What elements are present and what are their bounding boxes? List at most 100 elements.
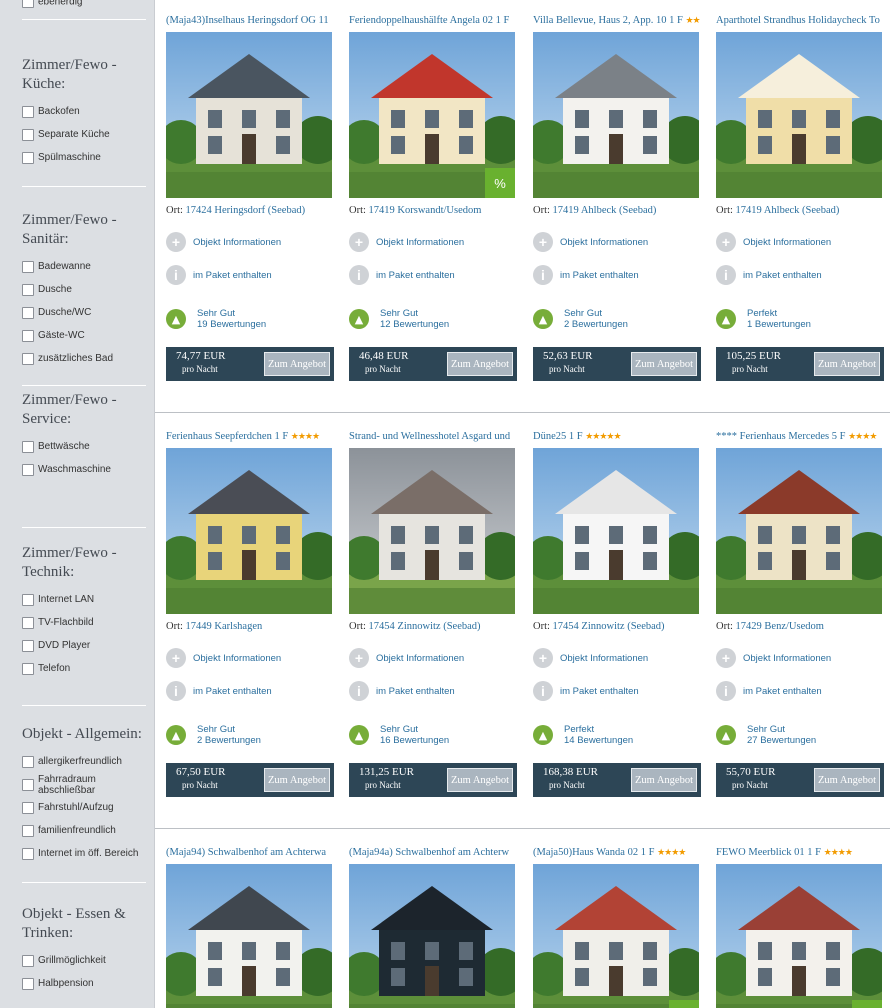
listing-title[interactable]: Ferienhaus Seepferdchen 1 F ★★★★ — [166, 428, 344, 444]
zum-angebot-button[interactable]: Zum Angebot — [814, 768, 880, 792]
listing-photo[interactable] — [349, 448, 515, 614]
filter-option-badewanne[interactable]: Badewanne — [0, 255, 154, 278]
listing-photo[interactable] — [166, 32, 332, 198]
filter-option-spuelmaschine[interactable]: Spülmaschine — [0, 146, 154, 169]
zum-angebot-button[interactable]: Zum Angebot — [631, 352, 697, 376]
listing-photo[interactable]: % — [716, 864, 882, 1008]
package-info-link[interactable]: i im Paket enthalten — [166, 263, 334, 287]
object-info-link[interactable]: + Objekt Informationen — [533, 646, 701, 670]
location-link[interactable]: 17454 Zinnowitz (Seebad) — [369, 621, 481, 632]
listing-title[interactable]: Villa Bellevue, Haus 2, App. 10 1 F ★★ — [533, 12, 711, 28]
location-link[interactable]: 17429 Benz/Usedom — [736, 621, 824, 632]
listing-photo[interactable] — [716, 448, 882, 614]
checkbox[interactable] — [22, 801, 34, 814]
filter-option-internet-lan[interactable]: Internet LAN — [0, 588, 154, 611]
object-info-link[interactable]: + Objekt Informationen — [533, 230, 701, 254]
filter-option-fahrradraum[interactable]: Fahrradraum abschließbar — [0, 773, 154, 796]
listing-title-text[interactable]: Villa Bellevue, Haus 2, App. 10 1 F — [533, 15, 683, 26]
location-link[interactable]: 17419 Korswandt/Usedom — [369, 205, 482, 216]
checkbox[interactable] — [22, 824, 34, 837]
filter-option-waschmaschine[interactable]: Waschmaschine — [0, 458, 154, 481]
zum-angebot-button[interactable]: Zum Angebot — [814, 352, 880, 376]
filter-option-familienfreundlich[interactable]: familienfreundlich — [0, 819, 154, 842]
checkbox[interactable] — [22, 260, 34, 273]
listing-title-text[interactable]: **** Ferienhaus Mercedes 5 F — [716, 431, 845, 442]
checkbox[interactable] — [22, 306, 34, 319]
checkbox[interactable] — [22, 977, 34, 990]
checkbox[interactable] — [22, 283, 34, 296]
checkbox[interactable] — [22, 463, 34, 476]
filter-option-backofen[interactable]: Backofen — [0, 100, 154, 123]
listing-title-text[interactable]: Strand- und Wellnesshotel Asgard und — [349, 431, 510, 442]
zum-angebot-button[interactable]: Zum Angebot — [264, 352, 330, 376]
checkbox[interactable] — [22, 954, 34, 967]
location-link[interactable]: 17454 Zinnowitz (Seebad) — [553, 621, 665, 632]
filter-option-internet-oeff[interactable]: Internet im öff. Bereich — [0, 842, 154, 865]
object-info-link[interactable]: + Objekt Informationen — [166, 646, 334, 670]
package-info-link[interactable]: i im Paket enthalten — [349, 263, 517, 287]
checkbox[interactable] — [22, 0, 34, 8]
listing-title-text[interactable]: (Maja43)Inselhaus Heringsdorf OG 11 — [166, 15, 329, 26]
listing-title[interactable]: (Maja43)Inselhaus Heringsdorf OG 11 — [166, 12, 344, 28]
listing-photo[interactable] — [166, 864, 332, 1008]
filter-option-fahrstuhl[interactable]: Fahrstuhl/Aufzug — [0, 796, 154, 819]
package-info-link[interactable]: i im Paket enthalten — [716, 679, 884, 703]
zum-angebot-button[interactable]: Zum Angebot — [447, 352, 513, 376]
checkbox[interactable] — [22, 593, 34, 606]
checkbox[interactable] — [22, 105, 34, 118]
listing-title-text[interactable]: Düne25 1 F — [533, 431, 583, 442]
review-rating[interactable]: ▲ Sehr Gut 27 Bewertungen — [716, 721, 884, 749]
checkbox[interactable] — [22, 151, 34, 164]
listing-title[interactable]: (Maja94) Schwalbenhof am Achterwa — [166, 844, 344, 860]
filter-option-dusche[interactable]: Dusche — [0, 278, 154, 301]
listing-title[interactable]: Düne25 1 F ★★★★★ — [533, 428, 711, 444]
location-link[interactable]: 17419 Ahlbeck (Seebad) — [736, 205, 840, 216]
package-info-link[interactable]: i im Paket enthalten — [349, 679, 517, 703]
checkbox[interactable] — [22, 616, 34, 629]
listing-title[interactable]: Aparthotel Strandhus Holidaycheck To — [716, 12, 890, 28]
location-link[interactable]: 17419 Ahlbeck (Seebad) — [553, 205, 657, 216]
review-rating[interactable]: ▲ Sehr Gut 2 Bewertungen — [533, 305, 701, 333]
filter-option-telefon[interactable]: Telefon — [0, 657, 154, 680]
listing-title[interactable]: Feriendoppelhaushälfte Angela 02 1 F — [349, 12, 527, 28]
location-link[interactable]: 17424 Heringsdorf (Seebad) — [186, 205, 306, 216]
location-link[interactable]: 17449 Karlshagen — [186, 621, 263, 632]
checkbox[interactable] — [22, 778, 34, 791]
checkbox[interactable] — [22, 639, 34, 652]
checkbox[interactable] — [22, 352, 34, 365]
listing-title[interactable]: **** Ferienhaus Mercedes 5 F ★★★★ — [716, 428, 890, 444]
checkbox[interactable] — [22, 662, 34, 675]
filter-option-dvd-player[interactable]: DVD Player — [0, 634, 154, 657]
review-rating[interactable]: ▲ Sehr Gut 19 Bewertungen — [166, 305, 334, 333]
filter-option-zusaetzliches-bad[interactable]: zusätzliches Bad — [0, 347, 154, 370]
filter-option-bettwaesche[interactable]: Bettwäsche — [0, 435, 154, 458]
listing-photo[interactable] — [533, 448, 699, 614]
review-rating[interactable]: ▲ Perfekt 14 Bewertungen — [533, 721, 701, 749]
checkbox[interactable] — [22, 440, 34, 453]
filter-option-separate-kueche[interactable]: Separate Küche — [0, 123, 154, 146]
package-info-link[interactable]: i im Paket enthalten — [166, 679, 334, 703]
listing-photo[interactable] — [716, 32, 882, 198]
listing-title-text[interactable]: FEWO Meerblick 01 1 F — [716, 847, 821, 858]
object-info-link[interactable]: + Objekt Informationen — [716, 230, 884, 254]
listing-title-text[interactable]: Feriendoppelhaushälfte Angela 02 1 F — [349, 15, 509, 26]
object-info-link[interactable]: + Objekt Informationen — [349, 230, 517, 254]
listing-title[interactable]: (Maja50)Haus Wanda 02 1 F ★★★★ — [533, 844, 711, 860]
checkbox[interactable] — [22, 329, 34, 342]
listing-title[interactable]: (Maja94a) Schwalbenhof am Achterw — [349, 844, 527, 860]
listing-photo[interactable] — [349, 864, 515, 1008]
object-info-link[interactable]: + Objekt Informationen — [166, 230, 334, 254]
review-rating[interactable]: ▲ Sehr Gut 16 Bewertungen — [349, 721, 517, 749]
listing-title-text[interactable]: (Maja50)Haus Wanda 02 1 F — [533, 847, 654, 858]
listing-title-text[interactable]: Ferienhaus Seepferdchen 1 F — [166, 431, 288, 442]
listing-title-text[interactable]: (Maja94a) Schwalbenhof am Achterw — [349, 847, 509, 858]
zum-angebot-button[interactable]: Zum Angebot — [264, 768, 330, 792]
package-info-link[interactable]: i im Paket enthalten — [716, 263, 884, 287]
zum-angebot-button[interactable]: Zum Angebot — [631, 768, 697, 792]
filter-option-gaeste-wc[interactable]: Gäste-WC — [0, 324, 154, 347]
zum-angebot-button[interactable]: Zum Angebot — [447, 768, 513, 792]
listing-photo[interactable] — [533, 32, 699, 198]
listing-title-text[interactable]: (Maja94) Schwalbenhof am Achterwa — [166, 847, 326, 858]
listing-photo[interactable]: % — [349, 32, 515, 198]
filter-option-grillmoeglichkeit[interactable]: Grillmöglichkeit — [0, 949, 154, 972]
